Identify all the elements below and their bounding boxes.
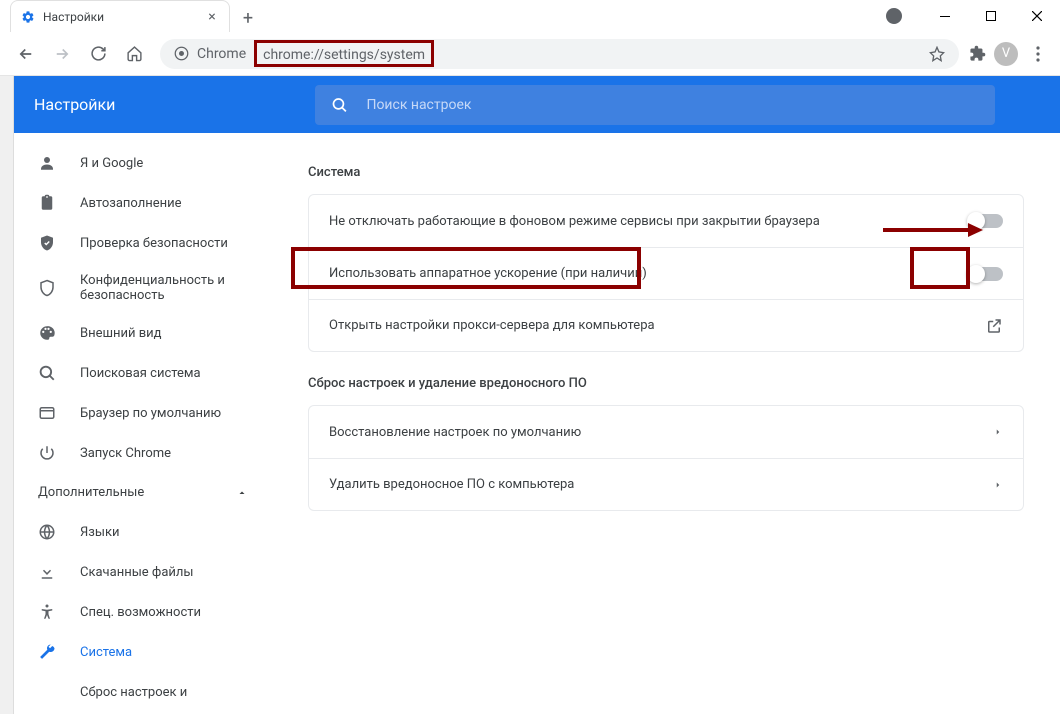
new-tab-button[interactable]: +	[234, 4, 262, 32]
search-icon	[331, 96, 348, 114]
palette-icon	[38, 324, 56, 342]
home-button[interactable]	[118, 38, 150, 70]
section-title-reset: Сброс настроек и удаление вредоносного П…	[308, 376, 1024, 391]
toolbar: Chrome chrome://settings/system V	[0, 32, 1060, 76]
tab-title: Настройки	[43, 10, 205, 24]
profile-badge-icon	[886, 8, 902, 24]
url-highlight: chrome://settings/system	[254, 40, 434, 67]
settings-search[interactable]	[315, 85, 995, 125]
browser-tab[interactable]: Настройки ×	[10, 0, 230, 32]
sidebar-item-downloads[interactable]: Скачанные файлы	[14, 552, 272, 592]
row-cleanup[interactable]: Удалить вредоносное ПО с компьютера	[309, 458, 1023, 510]
reset-card: Восстановление настроек по умолчанию Уда…	[308, 405, 1024, 511]
chrome-icon	[174, 46, 189, 61]
download-icon	[38, 563, 56, 581]
reload-button[interactable]	[82, 38, 114, 70]
toggle-hardware-acceleration[interactable]	[969, 267, 1003, 281]
star-icon[interactable]	[929, 46, 945, 62]
power-icon	[38, 444, 56, 462]
menu-button[interactable]	[1026, 42, 1050, 66]
accessibility-icon	[38, 603, 56, 621]
chevron-right-icon	[993, 478, 1003, 492]
sidebar-item-default-browser[interactable]: Браузер по умолчанию	[14, 393, 272, 433]
toggle-background-apps[interactable]	[969, 214, 1003, 228]
gear-icon	[21, 10, 35, 24]
external-link-icon	[985, 317, 1003, 335]
forward-button[interactable]	[46, 38, 78, 70]
sidebar-item-system[interactable]: Система	[14, 632, 272, 672]
section-title-system: Система	[308, 165, 1024, 180]
maximize-button[interactable]	[968, 0, 1014, 32]
close-icon[interactable]: ×	[205, 10, 219, 24]
row-hardware-acceleration[interactable]: Использовать аппаратное ускорение (при н…	[309, 247, 1023, 299]
minimize-button[interactable]	[922, 0, 968, 32]
search-input[interactable]	[366, 97, 979, 113]
browser-icon	[38, 404, 56, 422]
row-restore-defaults[interactable]: Восстановление настроек по умолчанию	[309, 406, 1023, 458]
sidebar-item-languages[interactable]: Языки	[14, 512, 272, 552]
sidebar-item-appearance[interactable]: Внешний вид	[14, 313, 272, 353]
sidebar-item-autofill[interactable]: Автозаполнение	[14, 183, 272, 223]
titlebar: Настройки × +	[0, 0, 1060, 32]
sidebar-item-search-engine[interactable]: Поисковая система	[14, 353, 272, 393]
address-bar[interactable]: Chrome chrome://settings/system	[160, 39, 959, 69]
close-window-button[interactable]	[1014, 0, 1060, 32]
chevron-right-icon	[993, 425, 1003, 439]
sidebar-item-reset[interactable]: Сброс настроек и	[14, 672, 272, 712]
avatar[interactable]: V	[994, 42, 1018, 66]
row-proxy-settings[interactable]: Открыть настройки прокси-сервера для ком…	[309, 299, 1023, 351]
globe-icon	[38, 523, 56, 541]
extensions-icon[interactable]	[969, 45, 986, 62]
sidebar-item-privacy[interactable]: Конфиденциальность и безопасность	[14, 263, 272, 313]
left-strip	[0, 76, 14, 714]
settings-header: Настройки	[14, 76, 1060, 133]
row-background-apps[interactable]: Не отключать работающие в фоновом режиме…	[309, 195, 1023, 247]
url-prefix: Chrome	[197, 46, 246, 62]
person-icon	[38, 154, 56, 172]
sidebar-advanced-toggle[interactable]: Дополнительные	[14, 473, 272, 512]
search-icon	[38, 364, 56, 382]
clipboard-icon	[38, 194, 56, 212]
page-title: Настройки	[34, 95, 115, 114]
sidebar: Я и Google Автозаполнение Проверка безоп…	[14, 133, 272, 714]
main-content: Система Не отключать работающие в фоново…	[272, 133, 1060, 714]
sidebar-item-accessibility[interactable]: Спец. возможности	[14, 592, 272, 632]
sidebar-item-startup[interactable]: Запуск Chrome	[14, 433, 272, 473]
back-button[interactable]	[10, 38, 42, 70]
chevron-up-icon	[236, 487, 248, 499]
wrench-icon	[38, 643, 56, 661]
shield-icon	[38, 279, 56, 297]
system-card: Не отключать работающие в фоновом режиме…	[308, 194, 1024, 352]
sidebar-item-safety-check[interactable]: Проверка безопасности	[14, 223, 272, 263]
shield-check-icon	[38, 234, 56, 252]
sidebar-item-you-and-google[interactable]: Я и Google	[14, 143, 272, 183]
